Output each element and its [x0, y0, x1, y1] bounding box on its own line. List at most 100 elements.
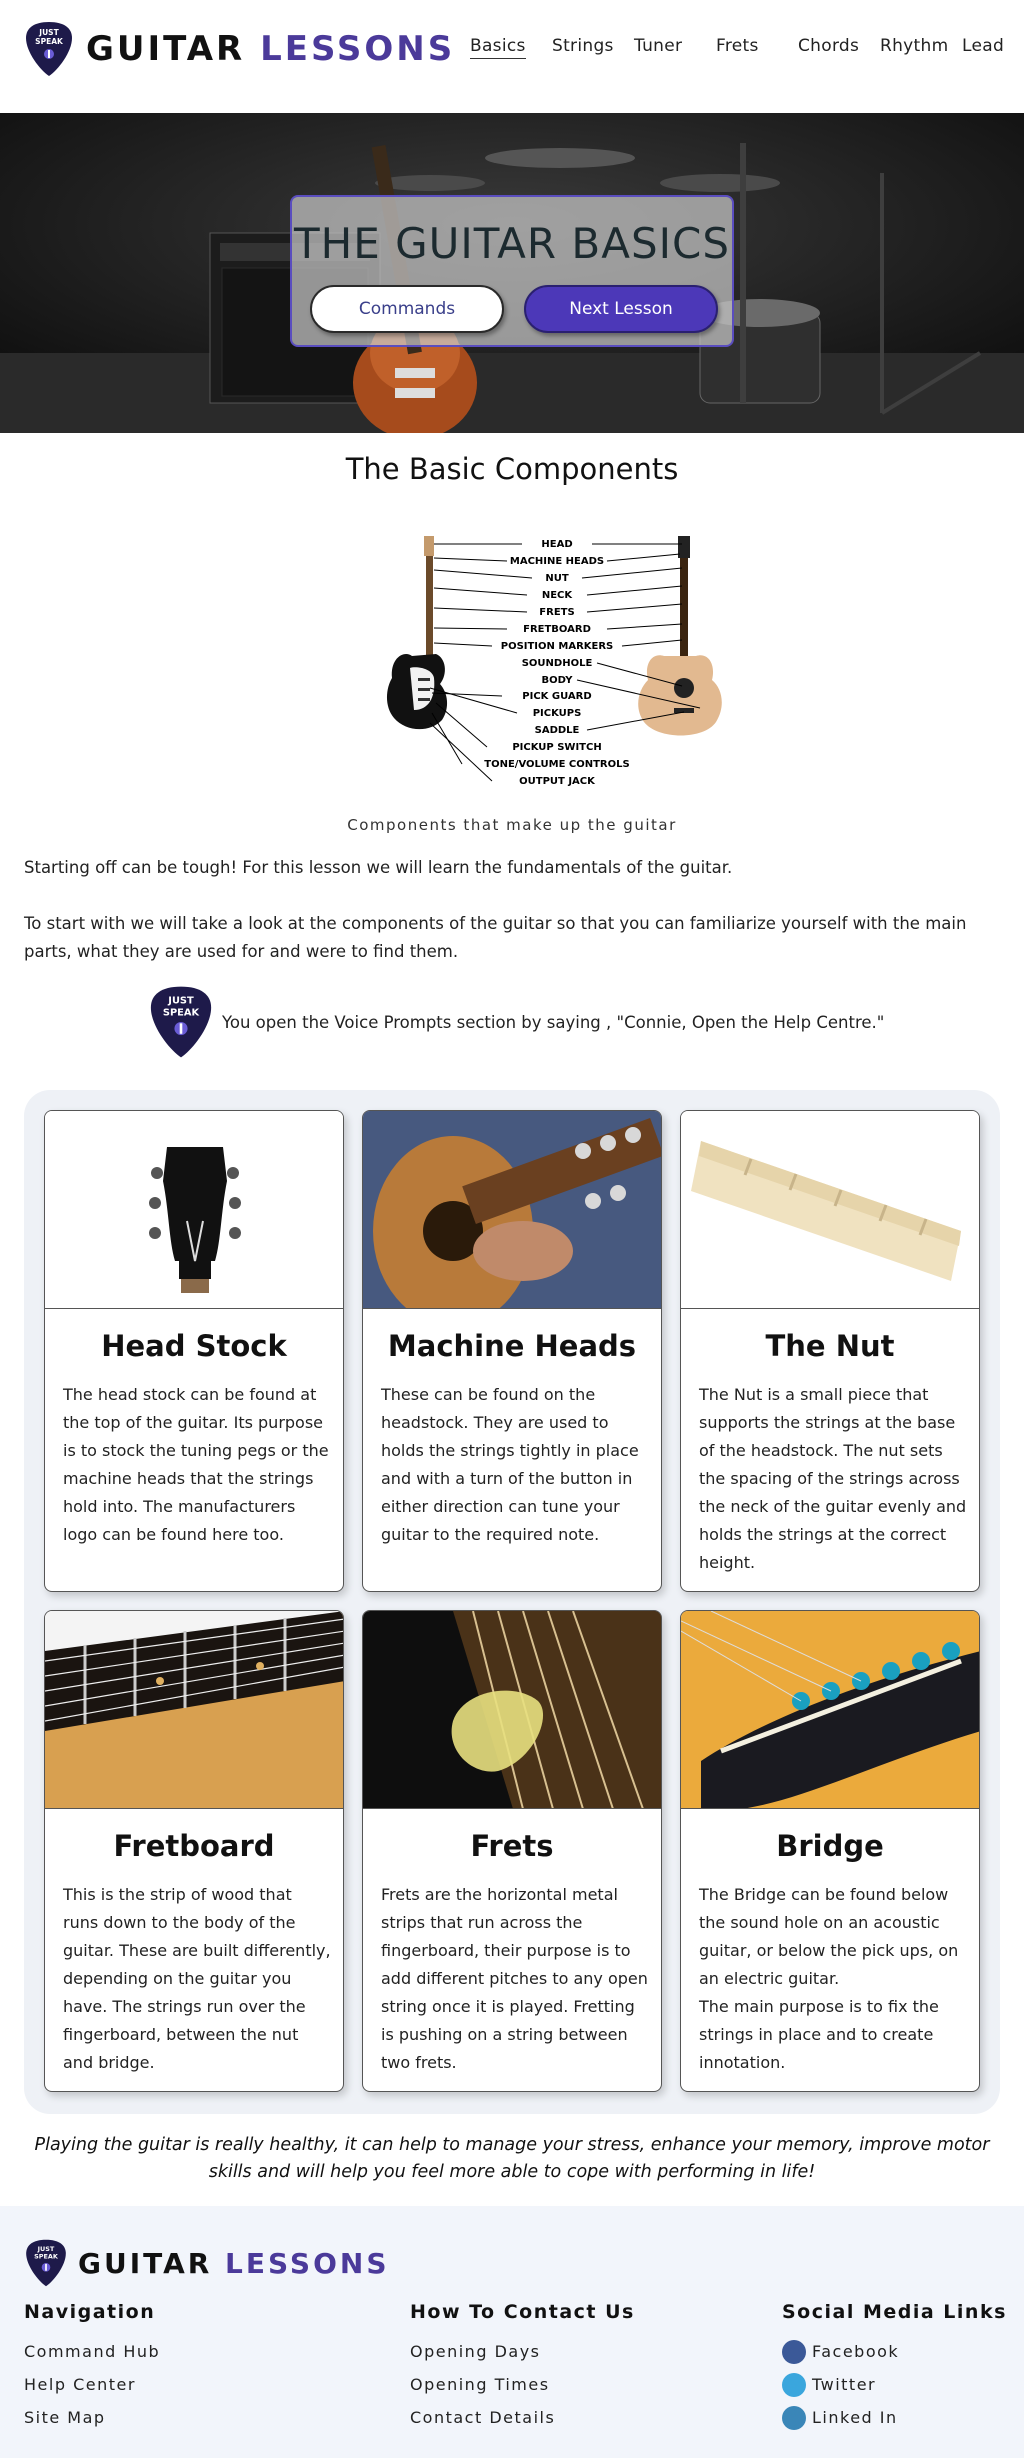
svg-text:FRETBOARD: FRETBOARD [523, 624, 591, 635]
card-image [45, 1611, 343, 1809]
svg-text:JUST: JUST [167, 996, 194, 1007]
nut-image [681, 1111, 979, 1308]
footer-link-opening-days[interactable]: Opening Days [410, 2335, 635, 2368]
svg-text:JUST: JUST [38, 28, 59, 37]
footer-link-facebook[interactable]: Facebook [782, 2335, 1007, 2368]
card-image [363, 1611, 661, 1809]
linkedin-icon [782, 2405, 806, 2430]
main-nav: Basics Strings Tuner Frets Chords Rhythm… [470, 36, 1024, 62]
site-footer: JUST SPEAK GUITAR LESSONS Navigation Com… [0, 2206, 1024, 2458]
card-title: Bridge [776, 1829, 884, 1863]
facebook-label: Facebook [812, 2342, 900, 2361]
guitar-pick-logo-icon: JUST SPEAK [24, 20, 74, 78]
nav-tuner[interactable]: Tuner [634, 36, 682, 56]
card-text: The head stock can be found at the top o… [63, 1385, 329, 1544]
footer-contact-title: How To Contact Us [410, 2301, 635, 2323]
svg-text:HEAD: HEAD [541, 539, 572, 550]
guitar-pick-logo-icon: JUST SPEAK [24, 2238, 68, 2288]
footer-link-command-hub[interactable]: Command Hub [24, 2335, 160, 2368]
svg-text:SPEAK: SPEAK [35, 37, 64, 46]
footer-link-linkedin[interactable]: Linked In [782, 2401, 1007, 2434]
nav-chords[interactable]: Chords [798, 36, 859, 56]
card-title: Machine Heads [387, 1329, 637, 1363]
card-title: The Nut [765, 1329, 895, 1363]
logo-word-guitar: GUITAR [78, 2246, 213, 2280]
footer-contact: How To Contact Us Opening Days Opening T… [410, 2301, 635, 2434]
svg-text:SPEAK: SPEAK [163, 1007, 200, 1018]
logo-wordmark: GUITAR LESSONS [86, 29, 455, 69]
card-text: The Nut is a small piece that supports t… [699, 1385, 967, 1572]
machine-heads-image [363, 1111, 661, 1308]
card-machine-heads: Machine Heads These can be found on the … [362, 1110, 662, 1592]
card-text: This is the strip of wood that runs down… [63, 1885, 331, 2072]
voice-prompt-tip: JUST SPEAK You open the Voice Prompts se… [148, 984, 884, 1060]
card-the-nut: The Nut The Nut is a small piece that su… [680, 1110, 980, 1592]
footer-link-site-map[interactable]: Site Map [24, 2401, 160, 2434]
svg-text:PICKUP SWITCH: PICKUP SWITCH [512, 742, 601, 753]
svg-text:FRETS: FRETS [539, 607, 574, 618]
card-text: These can be found on the headstock. The… [381, 1385, 639, 1544]
logo-word-lessons: LESSONS [225, 2246, 390, 2280]
footer-navigation: Navigation Command Hub Help Center Site … [24, 2301, 160, 2434]
svg-text:PICKUPS: PICKUPS [533, 708, 582, 719]
frets-pick-image [363, 1611, 661, 1808]
diagram-caption: Components that make up the guitar [347, 816, 677, 834]
svg-text:SADDLE: SADDLE [535, 725, 580, 736]
site-header: JUST SPEAK GUITAR LESSONS Basics Strings… [0, 0, 1024, 113]
card-bridge: Bridge The Bridge can be found below the… [680, 1610, 980, 2092]
linkedin-label: Linked In [812, 2408, 898, 2427]
nav-basics[interactable]: Basics [470, 36, 526, 59]
bridge-image [681, 1611, 979, 1808]
headstock-image [45, 1111, 343, 1308]
card-title: Head Stock [101, 1329, 287, 1363]
commands-button[interactable]: Commands [310, 285, 504, 333]
section-title: The Basic Components [345, 452, 679, 486]
card-title: Frets [470, 1829, 554, 1863]
footer-social: Social Media Links Facebook Twitter Link… [782, 2301, 1007, 2434]
nav-lead[interactable]: Lead [962, 36, 1004, 56]
svg-text:SPEAK: SPEAK [34, 2253, 59, 2261]
hero-title-panel: THE GUITAR BASICS Commands Next Lesson [290, 195, 734, 347]
guitar-pick-icon: JUST SPEAK [148, 984, 214, 1060]
health-quote: Playing the guitar is really healthy, it… [34, 2135, 990, 2182]
footer-link-help-center[interactable]: Help Center [24, 2368, 160, 2401]
svg-text:MACHINE HEADS: MACHINE HEADS [510, 556, 604, 567]
footer-navigation-title: Navigation [24, 2301, 156, 2323]
svg-text:BODY: BODY [542, 675, 574, 686]
nav-frets[interactable]: Frets [716, 36, 759, 56]
site-logo[interactable]: JUST SPEAK GUITAR LESSONS [24, 20, 455, 78]
twitter-label: Twitter [812, 2375, 877, 2394]
svg-text:JUST: JUST [37, 2245, 55, 2253]
facebook-icon [782, 2339, 806, 2364]
card-frets: Frets Frets are the horizontal metal str… [362, 1610, 662, 2092]
svg-text:TONE/VOLUME CONTROLS: TONE/VOLUME CONTROLS [484, 759, 629, 770]
svg-text:NUT: NUT [545, 573, 568, 584]
intro-paragraph: Starting off can be tough! For this less… [24, 858, 733, 877]
svg-text:OUTPUT JACK: OUTPUT JACK [519, 776, 596, 787]
footer-link-twitter[interactable]: Twitter [782, 2368, 1007, 2401]
card-head-stock: Head Stock The head stock can be found a… [44, 1110, 344, 1592]
twitter-icon [782, 2372, 806, 2397]
footer-social-title: Social Media Links [782, 2301, 1007, 2323]
svg-text:PICK GUARD: PICK GUARD [522, 691, 591, 702]
logo-word-lessons: LESSONS [260, 29, 456, 69]
svg-text:NECK: NECK [542, 590, 574, 601]
card-text: Frets are the horizontal metal strips th… [381, 1885, 648, 2072]
footer-link-opening-times[interactable]: Opening Times [410, 2368, 635, 2401]
logo-word-guitar: GUITAR [86, 29, 246, 69]
voice-prompt-text: You open the Voice Prompts section by sa… [222, 1012, 885, 1032]
card-image [363, 1111, 661, 1309]
hero-title: THE GUITAR BASICS [293, 219, 731, 268]
components-cards: Head Stock The head stock can be found a… [24, 1090, 1000, 2114]
card-image [681, 1611, 979, 1809]
card-image [681, 1111, 979, 1309]
footer-link-contact-details[interactable]: Contact Details [410, 2401, 635, 2434]
card-image [45, 1111, 343, 1309]
nav-strings[interactable]: Strings [552, 36, 614, 56]
next-lesson-button[interactable]: Next Lesson [524, 285, 718, 333]
card-fretboard: Fretboard This is the strip of wood that… [44, 1610, 344, 2092]
card-title: Fretboard [113, 1829, 275, 1863]
footer-logo[interactable]: JUST SPEAK GUITAR LESSONS [24, 2238, 390, 2288]
nav-rhythm[interactable]: Rhythm [880, 36, 948, 56]
card-text: The Bridge can be found below the sound … [699, 1885, 959, 2072]
